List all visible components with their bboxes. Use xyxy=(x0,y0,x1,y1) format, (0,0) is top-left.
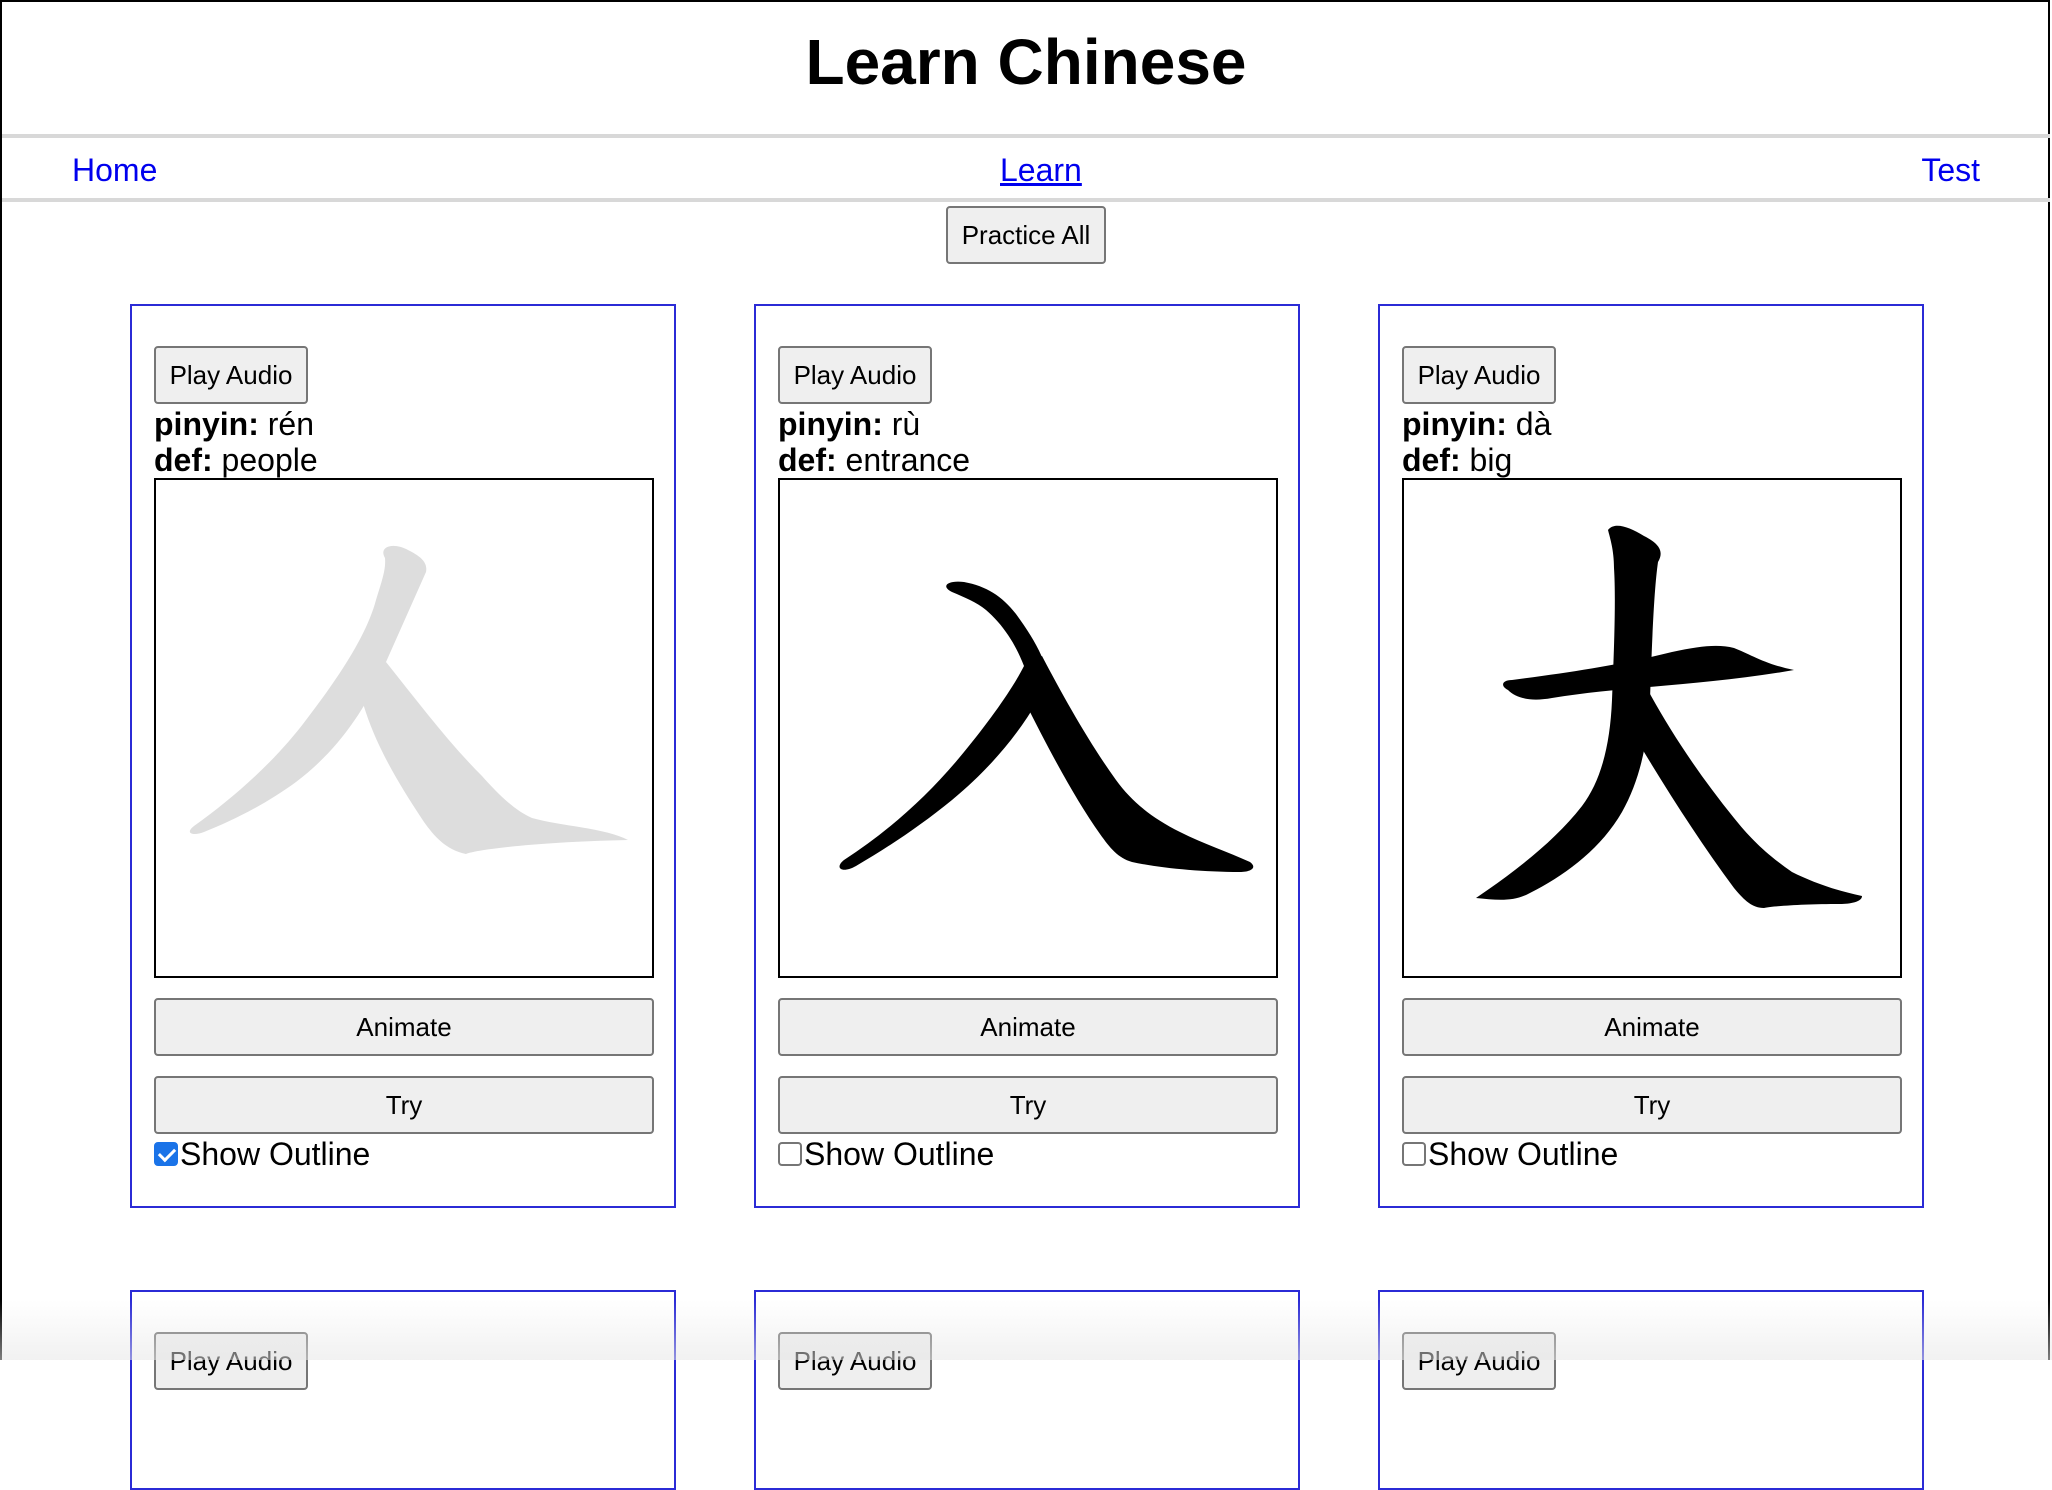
pinyin-value: rù xyxy=(891,406,921,442)
play-audio-button[interactable]: Play Audio xyxy=(154,346,308,404)
nav-link-learn[interactable]: Learn xyxy=(1000,150,1082,190)
page-title: Learn Chinese xyxy=(805,26,1247,98)
definition-row: def: entrance xyxy=(778,442,970,478)
stroke-na xyxy=(1638,694,1862,908)
main-nav: Home Learn Test xyxy=(2,138,2050,202)
try-button[interactable]: Try xyxy=(154,1076,654,1134)
definition-row: def: big xyxy=(1402,442,1512,478)
app-header: Learn Chinese xyxy=(2,2,2050,138)
pinyin-label: pinyin: xyxy=(778,406,883,442)
nav-link-home[interactable]: Home xyxy=(72,150,157,190)
show-outline-checkbox[interactable] xyxy=(154,1142,178,1166)
pinyin-label: pinyin: xyxy=(1402,406,1507,442)
character-card: Play Audio xyxy=(1378,1290,1924,1490)
writing-canvas[interactable] xyxy=(154,478,654,978)
stroke-pie xyxy=(839,581,1048,870)
stroke-na xyxy=(1024,656,1254,872)
pinyin-value: rén xyxy=(267,406,315,442)
pinyin-row: pinyin: dà xyxy=(1402,406,1551,442)
writing-canvas[interactable] xyxy=(778,478,1278,978)
try-button[interactable]: Try xyxy=(1402,1076,1902,1134)
pinyin-value: dà xyxy=(1515,406,1552,442)
play-audio-button[interactable]: Play Audio xyxy=(1402,1332,1556,1390)
play-audio-button[interactable]: Play Audio xyxy=(154,1332,308,1390)
nav-link-test[interactable]: Test xyxy=(1921,150,1980,190)
character-card: Play Audio pinyin: rù def: entrance Anim… xyxy=(754,304,1300,1208)
character-card: Play Audio pinyin: dà def: big Animate T… xyxy=(1378,304,1924,1208)
try-button[interactable]: Try xyxy=(778,1076,1278,1134)
writing-canvas[interactable] xyxy=(1402,478,1902,978)
definition-label: def: xyxy=(1402,442,1461,478)
animate-button[interactable]: Animate xyxy=(154,998,654,1056)
character-strokes xyxy=(1476,525,1862,908)
character-card: Play Audio xyxy=(754,1290,1300,1490)
play-audio-button[interactable]: Play Audio xyxy=(778,1332,932,1390)
definition-value: entrance xyxy=(845,442,971,478)
stroke-pie xyxy=(1476,525,1661,900)
definition-value: big xyxy=(1469,442,1513,478)
play-audio-button[interactable]: Play Audio xyxy=(1402,346,1556,404)
definition-value: people xyxy=(221,442,318,478)
animate-button[interactable]: Animate xyxy=(1402,998,1902,1056)
show-outline-toggle[interactable]: Show Outline xyxy=(1402,1134,1618,1174)
animate-button[interactable]: Animate xyxy=(778,998,1278,1056)
show-outline-label: Show Outline xyxy=(180,1136,371,1172)
show-outline-toggle[interactable]: Show Outline xyxy=(154,1134,370,1174)
pinyin-row: pinyin: rén xyxy=(154,406,314,442)
character-strokes xyxy=(189,545,628,854)
show-outline-checkbox[interactable] xyxy=(1402,1142,1426,1166)
definition-label: def: xyxy=(778,442,837,478)
play-audio-button[interactable]: Play Audio xyxy=(778,346,932,404)
pinyin-row: pinyin: rù xyxy=(778,406,920,442)
show-outline-label: Show Outline xyxy=(1428,1136,1619,1172)
character-strokes xyxy=(839,581,1254,872)
definition-row: def: people xyxy=(154,442,318,478)
pinyin-label: pinyin: xyxy=(154,406,259,442)
show-outline-checkbox[interactable] xyxy=(778,1142,802,1166)
character-card: Play Audio xyxy=(130,1290,676,1490)
stroke-na xyxy=(362,662,628,854)
show-outline-label: Show Outline xyxy=(804,1136,995,1172)
practice-all-button[interactable]: Practice All xyxy=(946,206,1106,264)
show-outline-toggle[interactable]: Show Outline xyxy=(778,1134,994,1174)
definition-label: def: xyxy=(154,442,213,478)
character-card: Play Audio pinyin: rén def: people Anima… xyxy=(130,304,676,1208)
